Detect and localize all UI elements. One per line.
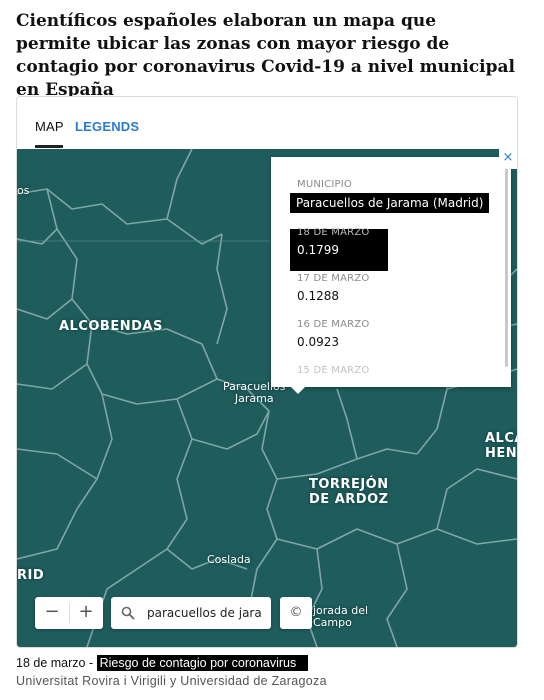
close-popup-button[interactable]: × <box>499 149 517 169</box>
caption-date: 18 de marzo - <box>16 656 97 670</box>
tab-legends[interactable]: LEGENDS <box>75 119 139 134</box>
search-icon[interactable] <box>121 606 135 620</box>
popup-municipio-label: MUNICIPIO <box>297 179 352 190</box>
place-label-loeches-line2: Campo <box>313 616 352 629</box>
place-label-alcala: ALCA HEN <box>485 431 517 461</box>
tab-bar: MAP LEGENDS <box>17 97 517 149</box>
caption-source: Universitat Rovira i Virigili y Universi… <box>16 674 327 688</box>
place-label-alcala-line1: ALCA <box>485 431 517 446</box>
popup-entry-value: 0.1288 <box>297 289 339 303</box>
popup-entry-value: 0.0923 <box>297 335 339 349</box>
popup-entry-value: 0.1799 <box>297 243 339 257</box>
popup-entry-date: 16 DE MARZO <box>297 319 370 330</box>
attribution-button[interactable]: © <box>280 597 312 629</box>
search-box <box>111 597 271 629</box>
municipality-popup: MUNICIPIO Paracuellos de Jarama (Madrid)… <box>271 157 511 394</box>
search-input[interactable] <box>147 603 263 623</box>
zoom-in-button[interactable]: + <box>69 597 103 629</box>
caption-line: 18 de marzo - Riesgo de contagio por cor… <box>16 655 309 671</box>
place-label-partial-os: os <box>17 184 30 197</box>
popup-entry-date: 17 DE MARZO <box>297 273 370 284</box>
popup-content[interactable]: MUNICIPIO Paracuellos de Jarama (Madrid)… <box>271 157 503 387</box>
popup-entry-date: 15 DE MARZO <box>297 365 370 376</box>
place-label-alcala-line2: HEN <box>485 446 517 461</box>
place-label-torrejon-line2: DE ARDOZ <box>309 492 389 507</box>
active-tab-indicator <box>35 145 63 148</box>
map-canvas[interactable]: os ALCOBENDAS Paracuellos Jarama TORREJÓ… <box>17 149 517 647</box>
tab-map[interactable]: MAP <box>35 119 64 134</box>
caption-highlight: Riesgo de contagio por coronavirus <box>96 655 309 671</box>
popup-municipio-value: Paracuellos de Jarama (Madrid) <box>290 193 490 213</box>
place-label-coslada: Coslada <box>207 553 251 566</box>
place-label-alcobendas: ALCOBENDAS <box>59 319 163 334</box>
popup-entry-date: 18 DE MARZO <box>297 227 370 238</box>
close-icon: × <box>502 150 514 165</box>
place-label-loeches: jorada del Campo <box>313 605 368 629</box>
popup-pointer <box>291 387 305 394</box>
zoom-control: − + <box>35 597 103 629</box>
place-label-torrejon: TORREJÓN DE ARDOZ <box>309 477 389 507</box>
place-label-paracuellos-line2: Jarama <box>234 392 274 405</box>
copyright-icon: © <box>289 605 303 620</box>
popup-scrollbar[interactable] <box>505 167 508 367</box>
zoom-out-button[interactable]: − <box>35 597 69 629</box>
place-label-partial-rid: RID <box>17 568 45 583</box>
map-card: MAP LEGENDS os ALCOBENDAS Paracuellos Ja… <box>16 96 518 648</box>
place-label-torrejon-line1: TORREJÓN <box>309 477 389 492</box>
article-headline: Científicos españoles elaboran un mapa q… <box>16 11 516 100</box>
